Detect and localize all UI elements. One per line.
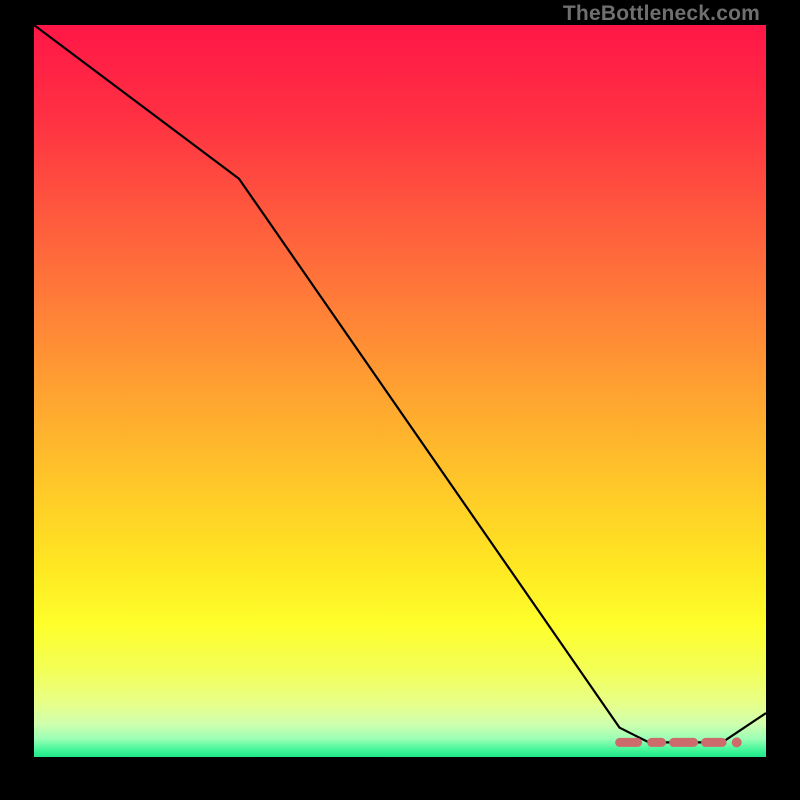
chart-curve-layer (34, 25, 766, 757)
plot-area (34, 25, 766, 757)
bottleneck-curve-line (34, 25, 766, 742)
watermark-text: TheBottleneck.com (563, 2, 760, 26)
flat-region-end-dot (732, 737, 742, 747)
